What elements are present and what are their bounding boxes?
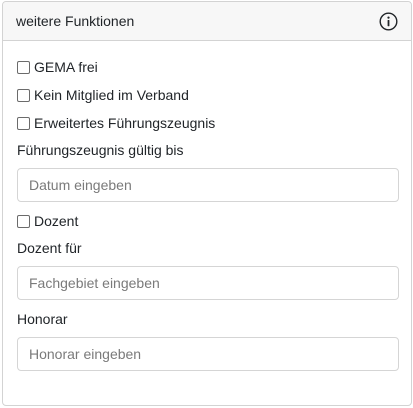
erweitertes-fuehrungszeugnis-checkbox-row[interactable]: Erweitertes Führungszeugnis — [17, 113, 397, 133]
card-title: weitere Funktionen — [16, 13, 135, 29]
honorar-input[interactable] — [17, 337, 399, 371]
additional-functions-card: weitere Funktionen GEMA frei Kein Mitgli… — [2, 1, 412, 406]
erweitertes-fuehrungszeugnis-checkbox[interactable] — [17, 116, 30, 130]
dozent-fuer-label: Dozent für — [17, 240, 82, 256]
dozent-checkbox-row[interactable]: Dozent — [17, 211, 397, 231]
dozent-label[interactable]: Dozent — [34, 213, 78, 229]
kein-mitglied-checkbox-row[interactable]: Kein Mitglied im Verband — [17, 85, 397, 105]
card-header: weitere Funktionen — [3, 2, 411, 41]
dozent-fuer-input[interactable] — [17, 266, 399, 300]
kein-mitglied-checkbox[interactable] — [17, 88, 30, 102]
honorar-label: Honorar — [17, 311, 68, 327]
erweitertes-fuehrungszeugnis-label[interactable]: Erweitertes Führungszeugnis — [34, 115, 215, 131]
gema-frei-label[interactable]: GEMA frei — [34, 59, 98, 75]
fuehrungszeugnis-gueltig-label: Führungszeugnis gültig bis — [17, 142, 184, 158]
gema-frei-checkbox[interactable] — [17, 60, 30, 74]
dozent-checkbox[interactable] — [17, 214, 30, 228]
fuehrungszeugnis-date-input[interactable] — [17, 168, 399, 202]
kein-mitglied-label[interactable]: Kein Mitglied im Verband — [34, 87, 189, 103]
card-body: GEMA frei Kein Mitglied im Verband Erwei… — [3, 41, 411, 371]
info-icon[interactable] — [379, 11, 398, 31]
gema-frei-checkbox-row[interactable]: GEMA frei — [17, 57, 397, 77]
